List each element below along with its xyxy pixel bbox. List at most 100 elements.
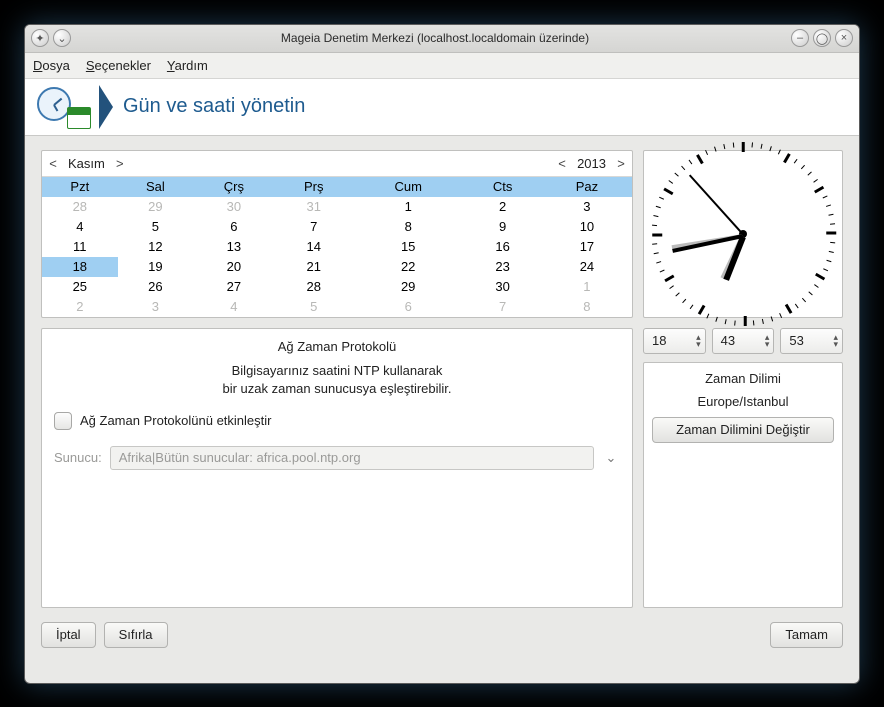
calendar-day[interactable]: 17 [542,237,632,257]
calendar-day[interactable]: 26 [118,277,194,297]
calendar-day[interactable]: 11 [42,237,118,257]
calendar-day[interactable]: 4 [193,297,274,317]
calendar-day[interactable]: 5 [275,297,353,317]
calendar-day[interactable]: 8 [353,217,463,237]
ntp-desc-line2: bir uzak zaman sunucusya eşleştirebilir. [54,380,620,398]
calendar-day[interactable]: 6 [193,217,274,237]
minute-stepper-icon[interactable]: ▴▾ [765,334,770,348]
weekday-header: Pzt [42,177,118,197]
ntp-enable-label: Ağ Zaman Protokolünü etkinleştir [80,413,271,428]
calendar-day[interactable]: 3 [118,297,194,317]
second-stepper-icon[interactable]: ▴▾ [833,334,838,348]
weekday-header: Cts [463,177,541,197]
calendar: < Kasım > < 2013 > PztSalÇrşPrşCumCtsPaz… [41,150,633,318]
calendar-day[interactable]: 14 [275,237,353,257]
calendar-day[interactable]: 4 [42,217,118,237]
timezone-panel: Zaman Dilimi Europe/Istanbul Zaman Dilim… [643,362,843,608]
calendar-day[interactable]: 30 [463,277,541,297]
calendar-day[interactable]: 18 [42,257,118,277]
calendar-day[interactable]: 8 [542,297,632,317]
window-pin-icon[interactable]: ⌄ [53,29,71,47]
menu-file[interactable]: Dosya [33,58,70,73]
next-month-button[interactable]: > [109,156,131,171]
prev-month-button[interactable]: < [42,156,64,171]
menu-options[interactable]: Seçenekler [86,58,151,73]
app-window: ✦ ⌄ Mageia Denetim Merkezi (localhost.lo… [24,24,860,684]
calendar-day[interactable]: 12 [118,237,194,257]
year-label[interactable]: 2013 [573,156,610,171]
next-year-button[interactable]: > [610,156,632,171]
minimize-icon[interactable]: – [791,29,809,47]
change-timezone-button[interactable]: Zaman Dilimini Değiştir [652,417,834,443]
calendar-day[interactable]: 24 [542,257,632,277]
calendar-day[interactable]: 1 [353,197,463,217]
calendar-day[interactable]: 29 [353,277,463,297]
weekday-header: Cum [353,177,463,197]
chevron-right-icon [99,85,113,129]
window-title: Mageia Denetim Merkezi (localhost.locald… [79,31,791,45]
calendar-day[interactable]: 19 [118,257,194,277]
hour-spinner[interactable]: 18 ▴▾ [643,328,706,354]
hour-stepper-icon[interactable]: ▴▾ [696,334,701,348]
calendar-day[interactable]: 28 [42,197,118,217]
calendar-day[interactable]: 2 [42,297,118,317]
month-label[interactable]: Kasım [64,156,109,171]
calendar-day[interactable]: 15 [353,237,463,257]
maximize-icon[interactable]: ◯ [813,29,831,47]
hour-value: 18 [652,333,696,348]
reset-button[interactable]: Sıfırla [104,622,168,648]
prev-year-button[interactable]: < [551,156,573,171]
close-icon[interactable]: × [835,29,853,47]
calendar-day[interactable]: 9 [463,217,541,237]
weekday-header: Çrş [193,177,274,197]
calendar-day[interactable]: 23 [463,257,541,277]
calendar-day[interactable]: 5 [118,217,194,237]
calendar-day[interactable]: 29 [118,197,194,217]
weekday-header: Paz [542,177,632,197]
calendar-day[interactable]: 20 [193,257,274,277]
ntp-enable-checkbox[interactable] [54,412,72,430]
cancel-button[interactable]: İptal [41,622,96,648]
calendar-day[interactable]: 30 [193,197,274,217]
calendar-day[interactable]: 25 [42,277,118,297]
calendar-day[interactable]: 10 [542,217,632,237]
timezone-value: Europe/Istanbul [697,394,788,409]
timezone-title: Zaman Dilimi [705,371,781,386]
calendar-day[interactable]: 27 [193,277,274,297]
minute-spinner[interactable]: 43 ▴▾ [712,328,775,354]
calendar-day[interactable]: 7 [275,217,353,237]
datetime-icon [37,85,91,129]
calendar-day[interactable]: 2 [463,197,541,217]
ntp-panel: Ağ Zaman Protokolü Bilgisayarınız saatin… [41,328,633,608]
menu-help[interactable]: Yardım [167,58,208,73]
titlebar: ✦ ⌄ Mageia Denetim Merkezi (localhost.lo… [25,25,859,53]
page-header: Gün ve saati yönetin [25,79,859,136]
ntp-desc-line1: Bilgisayarınız saatini NTP kullanarak [54,362,620,380]
window-menu-icon[interactable]: ✦ [31,29,49,47]
calendar-day[interactable]: 3 [542,197,632,217]
calendar-grid: PztSalÇrşPrşCumCtsPaz 282930311234567891… [42,177,632,317]
weekday-header: Prş [275,177,353,197]
calendar-day[interactable]: 6 [353,297,463,317]
calendar-day[interactable]: 1 [542,277,632,297]
calendar-day[interactable]: 13 [193,237,274,257]
weekday-header: Sal [118,177,194,197]
calendar-day[interactable]: 22 [353,257,463,277]
ntp-title: Ağ Zaman Protokolü [54,339,620,354]
calendar-day[interactable]: 16 [463,237,541,257]
minute-value: 43 [721,333,765,348]
calendar-day[interactable]: 31 [275,197,353,217]
calendar-day[interactable]: 28 [275,277,353,297]
calendar-day[interactable]: 21 [275,257,353,277]
server-dropdown-icon[interactable]: ⌄ [602,450,620,466]
server-value: Afrika|Bütün sunucular: africa.pool.ntp.… [119,450,361,465]
analog-clock [643,150,843,318]
server-combo[interactable]: Afrika|Bütün sunucular: africa.pool.ntp.… [110,446,594,470]
second-spinner[interactable]: 53 ▴▾ [780,328,843,354]
calendar-day[interactable]: 7 [463,297,541,317]
menubar: Dosya Seçenekler Yardım [25,53,859,79]
ok-button[interactable]: Tamam [770,622,843,648]
server-label: Sunucu: [54,450,102,465]
footer: İptal Sıfırla Tamam [41,618,843,654]
second-value: 53 [789,333,833,348]
